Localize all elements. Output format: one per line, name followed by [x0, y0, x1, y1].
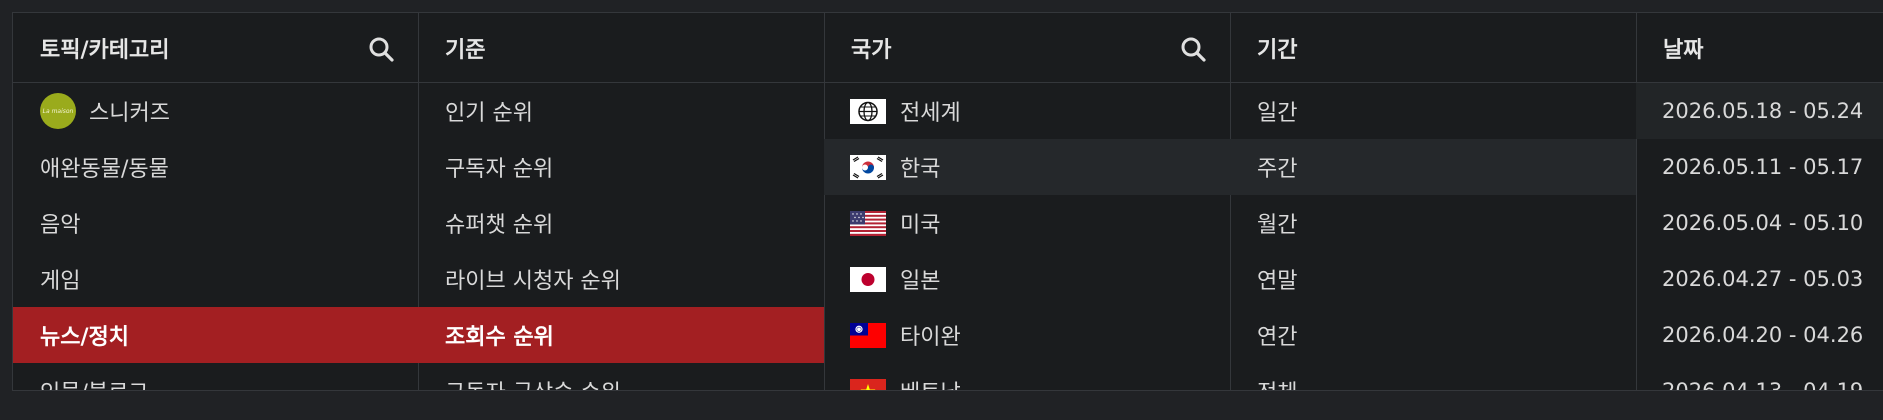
- period-item-daily[interactable]: 일간: [1230, 83, 1636, 139]
- topic-item-sneakers[interactable]: La maison 스니커즈: [13, 83, 418, 139]
- period-item-label: 연말: [1257, 269, 1298, 294]
- date-item[interactable]: 2026.05.11 - 05.17: [1636, 139, 1883, 195]
- date-item-label: 2026.05.18 - 05.24: [1662, 99, 1864, 123]
- period-item-weekly[interactable]: 주간: [1230, 139, 1636, 195]
- criteria-item-subscribers[interactable]: 구독자 순위: [418, 139, 824, 195]
- date-item[interactable]: 2026.05.04 - 05.10: [1636, 195, 1883, 251]
- country-header-title: 국가: [851, 37, 892, 63]
- topic-item-label: 음악: [40, 213, 81, 238]
- date-item[interactable]: 2026.04.20 - 04.26: [1636, 307, 1883, 363]
- date-item-label: 2026.05.04 - 05.10: [1662, 211, 1864, 235]
- criteria-item-label: 라이브 시청자 순위: [445, 269, 621, 294]
- period-item-yearly[interactable]: 연간: [1230, 307, 1636, 363]
- country-item-usa[interactable]: 미국: [824, 195, 1230, 251]
- country-column: 국가 전세계 한국 미국 일본 타이완: [824, 13, 1231, 390]
- country-item-japan[interactable]: 일본: [824, 251, 1230, 307]
- country-item-label: 베트남: [900, 375, 961, 390]
- criteria-item-superchat[interactable]: 슈퍼챗 순위: [418, 195, 824, 251]
- flag-japan-icon: [850, 266, 886, 292]
- topic-item-label: 게임: [40, 269, 81, 294]
- country-item-worldwide[interactable]: 전세계: [824, 83, 1230, 139]
- criteria-item-label: 인기 순위: [445, 101, 533, 126]
- period-header-title: 기간: [1257, 37, 1298, 63]
- topic-header-title: 토픽/카테고리: [40, 37, 170, 63]
- country-item-taiwan[interactable]: 타이완: [824, 307, 1230, 363]
- criteria-header-title: 기준: [445, 37, 486, 63]
- globe-icon: [850, 98, 886, 124]
- period-item-label: 일간: [1257, 101, 1298, 126]
- criteria-list: 인기 순위 구독자 순위 슈퍼챗 순위 라이브 시청자 순위 조회수 순위 구독…: [418, 83, 824, 390]
- country-item-korea[interactable]: 한국: [824, 139, 1230, 195]
- ranking-filter-panel: 토픽/카테고리 La maison 스니커즈 애완동물/동물 음악 게임 뉴스/…: [12, 12, 1883, 391]
- date-item-label: 2026.04.27 - 05.03: [1662, 267, 1864, 291]
- topic-item-pets[interactable]: 애완동물/동물: [13, 139, 418, 195]
- criteria-item-views[interactable]: 조회수 순위: [418, 307, 824, 363]
- country-item-label: 전세계: [900, 101, 961, 126]
- period-header: 기간: [1230, 13, 1636, 83]
- period-item-label: 연간: [1257, 325, 1298, 350]
- country-item-label: 한국: [900, 157, 941, 182]
- period-item-label: 주간: [1257, 157, 1298, 182]
- country-item-vietnam[interactable]: 베트남: [824, 363, 1230, 390]
- period-list: 일간 주간 월간 연말 연간 전체: [1230, 83, 1636, 390]
- date-header: 날짜: [1636, 13, 1883, 83]
- date-list: 2026.05.18 - 05.24 2026.05.11 - 05.17 20…: [1636, 83, 1883, 390]
- criteria-item-live-viewers[interactable]: 라이브 시청자 순위: [418, 251, 824, 307]
- topic-item-news-politics[interactable]: 뉴스/정치: [13, 307, 418, 363]
- date-item[interactable]: 2026.04.27 - 05.03: [1636, 251, 1883, 307]
- topic-item-label: 뉴스/정치: [40, 325, 129, 350]
- topic-header: 토픽/카테고리: [13, 13, 418, 83]
- date-header-title: 날짜: [1663, 37, 1704, 63]
- country-header: 국가: [824, 13, 1230, 83]
- channel-avatar: La maison: [40, 93, 76, 129]
- date-item-label: 2026.04.20 - 04.26: [1662, 323, 1864, 347]
- topic-item-people-blog[interactable]: 인물/블로그: [13, 363, 418, 390]
- search-icon[interactable]: [368, 36, 394, 62]
- criteria-item-label: 슈퍼챗 순위: [445, 213, 554, 238]
- criteria-item-label: 구독자 급상승 순위: [445, 375, 621, 390]
- criteria-column: 기준 인기 순위 구독자 순위 슈퍼챗 순위 라이브 시청자 순위 조회수 순위…: [418, 13, 825, 390]
- criteria-item-label: 조회수 순위: [445, 325, 554, 350]
- flag-vietnam-icon: [850, 378, 886, 390]
- date-item[interactable]: 2026.04.13 - 04.19: [1636, 363, 1883, 390]
- flag-korea-icon: [850, 154, 886, 180]
- topic-list: La maison 스니커즈 애완동물/동물 음악 게임 뉴스/정치 인물/블로…: [13, 83, 418, 390]
- topic-column: 토픽/카테고리 La maison 스니커즈 애완동물/동물 음악 게임 뉴스/…: [13, 13, 419, 390]
- criteria-header: 기준: [418, 13, 824, 83]
- date-item-label: 2026.04.13 - 04.19: [1662, 379, 1863, 390]
- period-item-label: 전체: [1257, 375, 1297, 390]
- country-item-label: 미국: [900, 213, 941, 238]
- country-item-label: 타이완: [900, 325, 961, 350]
- date-item[interactable]: 2026.05.18 - 05.24: [1636, 83, 1883, 139]
- date-item-label: 2026.05.11 - 05.17: [1662, 155, 1864, 179]
- flag-taiwan-icon: [850, 322, 886, 348]
- topic-item-label: 스니커즈: [89, 101, 170, 126]
- period-item-all[interactable]: 전체: [1230, 363, 1636, 390]
- topic-item-label: 인물/블로그: [40, 375, 149, 390]
- country-list: 전세계 한국 미국 일본 타이완: [824, 83, 1230, 390]
- period-column: 기간 일간 주간 월간 연말 연간 전체: [1230, 13, 1637, 390]
- topic-item-game[interactable]: 게임: [13, 251, 418, 307]
- topic-item-music[interactable]: 음악: [13, 195, 418, 251]
- criteria-item-label: 구독자 순위: [445, 157, 554, 182]
- topic-item-label: 애완동물/동물: [40, 157, 169, 182]
- date-column: 날짜 2026.05.18 - 05.24 2026.05.11 - 05.17…: [1636, 13, 1883, 390]
- country-item-label: 일본: [900, 269, 941, 294]
- criteria-item-popular[interactable]: 인기 순위: [418, 83, 824, 139]
- period-item-monthly[interactable]: 월간: [1230, 195, 1636, 251]
- flag-usa-icon: [850, 210, 886, 236]
- period-item-year-end[interactable]: 연말: [1230, 251, 1636, 307]
- criteria-item-subscriber-surge[interactable]: 구독자 급상승 순위: [418, 363, 824, 390]
- period-item-label: 월간: [1257, 213, 1298, 238]
- search-icon[interactable]: [1180, 36, 1206, 62]
